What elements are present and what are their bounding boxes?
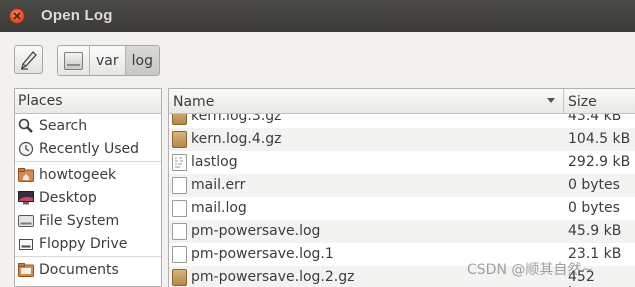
file-name: pm-powersave.log.1 [191,246,334,262]
place-label: Documents [39,261,119,278]
file-size: 0 bytes [568,200,620,216]
place-item-howtogeek[interactable]: howtogeek [15,163,161,186]
toolbar: var log [0,32,635,86]
close-button[interactable] [9,8,25,24]
path-bar: var log [57,45,160,76]
place-label: Search [39,117,88,134]
place-item-recently-used[interactable]: Recently Used [15,137,161,160]
binary-file-icon [172,154,187,171]
name-column-header[interactable]: Name [169,89,564,114]
path-log-label: log [131,52,153,69]
places-pane: Places Search Recently Used howtogeek De… [14,88,162,287]
size-column-header[interactable]: Size [565,89,597,114]
file-list-pane: kern.log.3.gz 43.4 kB kern.log.4.gz 104.… [168,88,635,287]
close-icon [13,12,21,20]
places-header-label: Places [18,93,63,109]
type-location-button[interactable] [14,45,43,74]
file-row-mail-log[interactable]: mail.log 0 bytes [169,197,635,220]
file-name: lastlog [191,154,238,170]
watermark: CSDN @顺其自然~ [467,262,594,278]
text-file-icon [172,200,187,217]
size-column-label: Size [568,93,597,110]
place-item-file-system[interactable]: File System [15,209,161,232]
folder-icon [17,262,35,278]
place-item-floppy-drive[interactable]: Floppy Drive [15,232,161,255]
file-list-header: Name Size [169,89,635,114]
file-size: 45.9 kB [568,223,622,239]
file-row-lastlog[interactable]: lastlog 292.9 kB [169,151,635,174]
title-bar: Open Log [0,0,635,32]
recent-icon [17,141,35,157]
text-file-icon [172,177,187,194]
pencil-icon [21,51,37,70]
home-folder-icon [17,167,35,183]
file-size: 104.5 kB [568,131,631,147]
text-file-icon [172,223,187,240]
file-name: pm-powersave.log [191,223,321,239]
archive-icon [172,131,187,148]
window-title: Open Log [41,7,113,24]
name-column-label: Name [173,93,215,110]
text-file-icon [172,246,187,263]
file-name: mail.err [191,177,246,193]
file-name: kern.log.4.gz [191,131,282,147]
desktop-icon [17,190,35,206]
places-divider [15,256,161,257]
place-item-search[interactable]: Search [15,114,161,137]
search-icon [17,118,35,134]
place-label: howtogeek [39,166,117,183]
place-label: File System [39,212,120,229]
place-item-desktop[interactable]: Desktop [15,186,161,209]
file-row-mail-err[interactable]: mail.err 0 bytes [169,174,635,197]
harddisk-icon [17,213,35,229]
path-var-button[interactable]: var [90,46,126,75]
path-var-label: var [96,52,119,69]
file-size: 0 bytes [568,177,620,193]
place-label: Floppy Drive [39,235,128,252]
places-divider [15,161,161,162]
archive-icon [172,269,187,286]
places-header[interactable]: Places [15,89,161,114]
file-row-kern-log-4-gz[interactable]: kern.log.4.gz 104.5 kB [169,128,635,151]
place-label: Recently Used [39,140,140,157]
file-name: pm-powersave.log.2.gz [191,269,355,285]
floppy-icon [17,236,35,252]
place-label: Desktop [39,189,97,206]
file-size: 292.9 kB [568,154,631,170]
path-root-button[interactable] [58,46,90,75]
harddisk-icon [64,51,83,70]
path-log-button[interactable]: log [125,46,159,75]
place-item-documents[interactable]: Documents [15,258,161,281]
file-row-pm-powersave-log[interactable]: pm-powersave.log 45.9 kB [169,220,635,243]
sort-descending-icon [547,98,555,103]
file-name: mail.log [191,200,247,216]
